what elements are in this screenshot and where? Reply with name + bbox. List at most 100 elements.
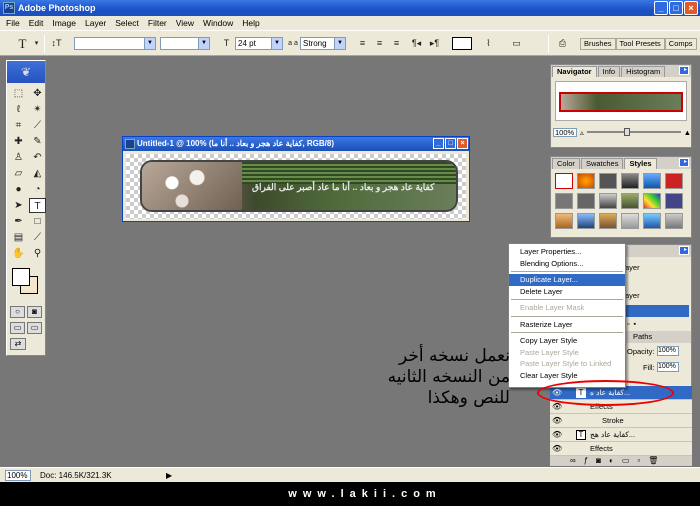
adobe-feather-icon[interactable]: ❦ <box>7 61 45 83</box>
layer-row-highlight[interactable] <box>625 305 689 317</box>
style-swatch[interactable] <box>643 193 661 209</box>
align-center-icon[interactable]: ≡ <box>373 37 386 50</box>
minimize-button[interactable]: _ <box>654 1 668 15</box>
layer-style-icon[interactable]: ƒ <box>584 456 588 466</box>
document-canvas[interactable]: كفاية عاد هجر و بعاد .. أنا ما عاد أصبر … <box>126 154 466 219</box>
path-selection-tool-icon[interactable]: ➤ <box>10 198 27 213</box>
style-swatch[interactable] <box>621 213 639 229</box>
eye-icon[interactable]: 👁 <box>552 402 562 412</box>
palettes-icon[interactable]: ▭ <box>510 37 523 50</box>
file-browser-icon[interactable]: ⎙ <box>556 37 569 50</box>
menu-select[interactable]: Select <box>115 18 139 28</box>
context-menu-item[interactable]: Duplicate Layer... <box>509 274 625 286</box>
new-layer-icon[interactable]: ▫ <box>627 321 629 331</box>
new-layer-icon[interactable]: ▫ <box>637 456 640 466</box>
context-menu-item[interactable]: Rasterize Layer <box>509 319 625 331</box>
style-swatch[interactable] <box>643 173 661 189</box>
style-swatch[interactable] <box>665 213 683 229</box>
menu-view[interactable]: View <box>176 18 194 28</box>
style-none-icon[interactable] <box>555 173 573 189</box>
ltr-direction-icon[interactable]: ▸¶ <box>428 37 441 50</box>
foreground-color-swatch[interactable] <box>12 268 30 286</box>
trash-icon[interactable]: ▪ <box>633 321 635 331</box>
tab-brushes[interactable]: Brushes <box>580 38 616 50</box>
style-swatch[interactable] <box>621 173 639 189</box>
context-menu-item[interactable]: Blending Options... <box>509 258 625 270</box>
type-tool-icon[interactable]: T <box>16 37 29 50</box>
shape-tool-icon[interactable]: □ <box>29 214 46 229</box>
style-swatch[interactable] <box>665 193 683 209</box>
zoom-tool-icon[interactable]: ⚲ <box>29 246 46 261</box>
font-size-select[interactable]: 24 pt ▼ <box>235 37 283 50</box>
tab-tool-presets[interactable]: Tool Presets <box>615 38 665 50</box>
style-swatch[interactable] <box>643 213 661 229</box>
style-swatch[interactable] <box>577 173 595 189</box>
type-tool-icon[interactable]: T <box>29 198 46 213</box>
folder-icon[interactable]: ▭ <box>622 456 630 466</box>
dodge-tool-icon[interactable]: ◔ <box>29 182 46 197</box>
text-orientation-icon[interactable]: ↕T <box>50 37 63 50</box>
navigator-zoom-field[interactable]: 100% <box>553 127 577 137</box>
crop-tool-icon[interactable]: ⌗ <box>10 118 27 133</box>
quick-mask-icon[interactable]: ◙ <box>27 306 42 318</box>
panel-menu-icon[interactable]: ▸ <box>679 66 689 75</box>
tab-swatches[interactable]: Swatches <box>580 158 624 169</box>
text-color-swatch[interactable] <box>452 37 472 50</box>
menu-window[interactable]: Window <box>203 18 233 28</box>
eye-icon[interactable]: 👁 <box>552 430 562 440</box>
healing-brush-tool-icon[interactable]: ✚ <box>10 134 27 149</box>
adjustment-icon[interactable]: ◐ <box>609 456 614 466</box>
magic-wand-tool-icon[interactable]: ✴ <box>29 102 46 117</box>
layer-row[interactable]: 👁 T كفاية عاد هج... <box>550 428 692 442</box>
navigator-thumbnail[interactable] <box>555 81 687 121</box>
brush-tool-icon[interactable]: ✎ <box>29 134 46 149</box>
paint-bucket-tool-icon[interactable]: ◭ <box>29 166 46 181</box>
tab-color[interactable]: Color <box>552 158 580 169</box>
tab-comps[interactable]: Comps <box>664 38 697 50</box>
menu-help[interactable]: Help <box>242 18 259 28</box>
tab-histogram[interactable]: Histogram <box>621 66 666 77</box>
font-family-select[interactable]: ▼ <box>74 37 156 50</box>
eye-icon[interactable]: 👁 <box>552 444 562 454</box>
align-right-icon[interactable]: ≡ <box>390 37 403 50</box>
pen-tool-icon[interactable]: ✒ <box>10 214 27 229</box>
context-menu-item[interactable]: Delete Layer <box>509 286 625 298</box>
view-box[interactable] <box>559 92 683 112</box>
clone-stamp-tool-icon[interactable]: ♙ <box>10 150 27 165</box>
font-style-select[interactable]: ▼ <box>160 37 210 50</box>
close-button[interactable]: × <box>684 1 698 15</box>
notes-tool-icon[interactable]: ▤ <box>10 230 27 245</box>
style-swatch[interactable] <box>621 193 639 209</box>
status-zoom-field[interactable]: 100% <box>5 470 31 481</box>
context-menu-item[interactable]: Copy Layer Style <box>509 335 625 347</box>
blur-tool-icon[interactable]: ● <box>10 182 27 197</box>
mask-icon[interactable]: ◙ <box>596 456 601 466</box>
menu-layer[interactable]: Layer <box>85 18 106 28</box>
menu-image[interactable]: Image <box>52 18 76 28</box>
hand-tool-icon[interactable]: ✋ <box>10 246 27 261</box>
tab-styles[interactable]: Styles <box>624 158 657 169</box>
menu-edit[interactable]: Edit <box>29 18 44 28</box>
status-menu-arrow-icon[interactable]: ▶ <box>166 468 172 483</box>
style-swatch[interactable] <box>599 213 617 229</box>
style-swatch[interactable] <box>599 173 617 189</box>
context-menu-item[interactable]: Layer Properties... <box>509 246 625 258</box>
slice-tool-icon[interactable]: ⟋ <box>29 118 46 133</box>
align-left-icon[interactable]: ≡ <box>356 37 369 50</box>
opacity-field[interactable]: 100% <box>657 346 679 356</box>
imageready-jump-icon[interactable]: ⇄ <box>10 338 26 350</box>
menu-file[interactable]: File <box>6 18 20 28</box>
layer-row[interactable]: 👁 Effects <box>550 442 692 456</box>
history-brush-tool-icon[interactable]: ↶ <box>29 150 46 165</box>
zoom-slider[interactable] <box>586 128 681 136</box>
lasso-tool-icon[interactable]: ℓ <box>10 102 27 117</box>
warp-text-icon[interactable]: ⌇ <box>482 37 495 50</box>
zoom-in-icon[interactable]: ▲ <box>684 128 691 137</box>
style-swatch[interactable] <box>599 193 617 209</box>
panel-menu-icon[interactable]: ▸ <box>679 246 689 255</box>
eraser-tool-icon[interactable]: ▱ <box>10 166 27 181</box>
link-icon[interactable]: ∞ <box>570 456 576 466</box>
style-swatch[interactable] <box>665 173 683 189</box>
style-swatch[interactable] <box>577 213 595 229</box>
zoom-slider-knob[interactable] <box>624 128 631 136</box>
